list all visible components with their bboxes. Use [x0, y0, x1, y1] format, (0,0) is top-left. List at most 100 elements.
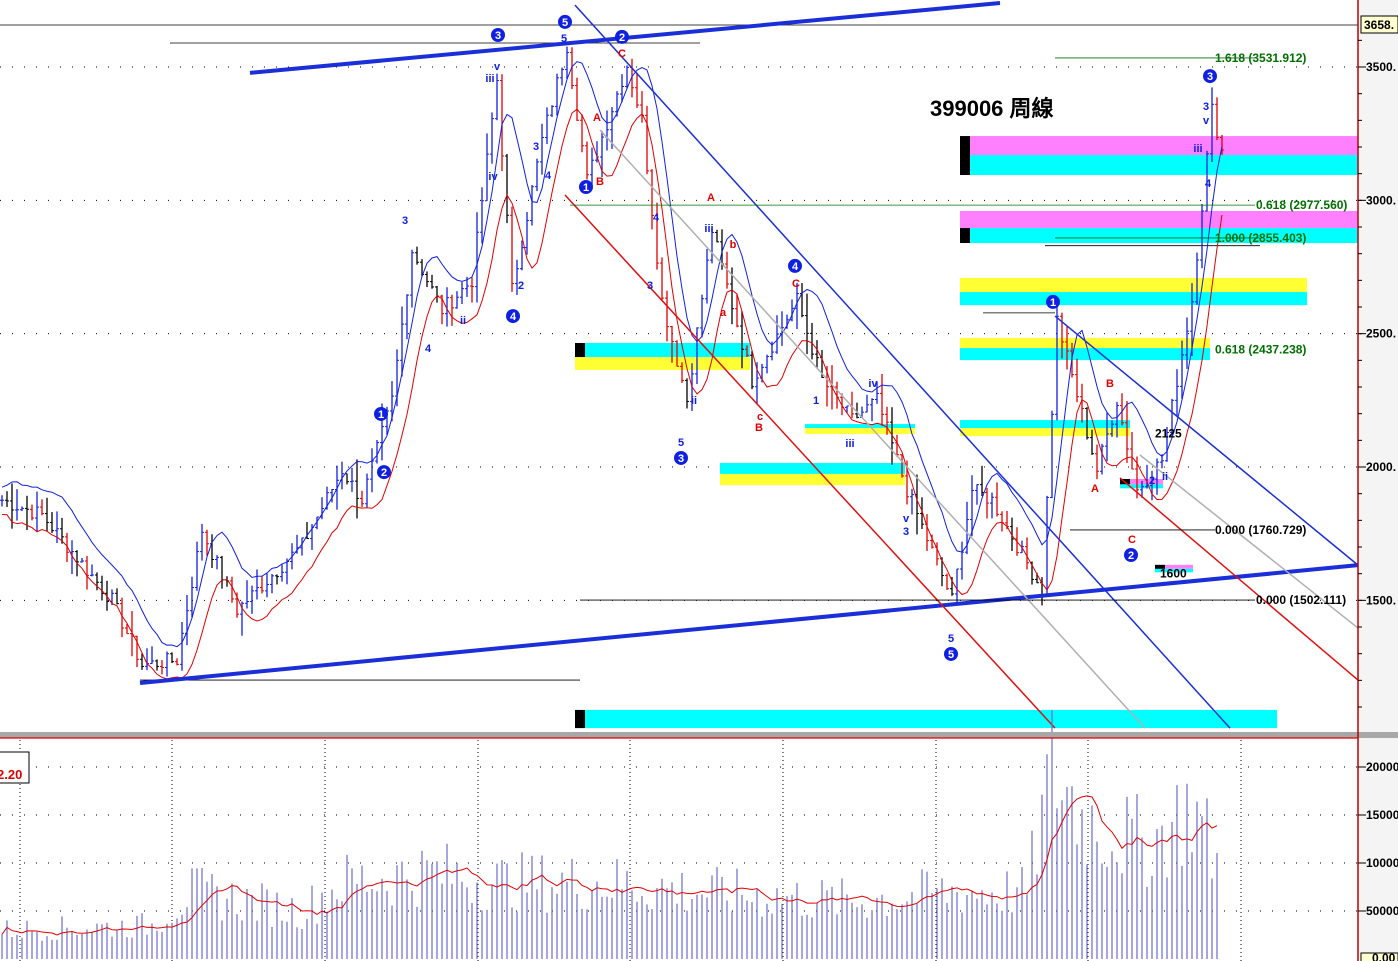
wave-label: 1 [583, 182, 589, 194]
wave-label: 1 [378, 409, 384, 421]
wave-label: 3 [495, 30, 501, 42]
current-price-label: 3658. [1364, 18, 1394, 32]
fib-label: 1.000 (2855.403) [1215, 231, 1306, 245]
wave-label: C [618, 48, 626, 60]
wave-label: 4 [653, 212, 660, 224]
volume-tick-label: 15000 [1366, 808, 1398, 822]
wave-label: 5 [948, 633, 954, 645]
wave-label: b [730, 239, 737, 251]
zone-band [960, 136, 1358, 156]
fib-label: 1.618 (3531.912) [1215, 51, 1306, 65]
panel-divider [0, 732, 1398, 738]
wave-label: ii [1162, 471, 1168, 483]
zone-band [575, 709, 1277, 729]
wave-label: 4 [545, 170, 552, 182]
zone-band [960, 211, 1358, 229]
wave-label: c [757, 411, 763, 423]
wave-label: a [720, 307, 727, 319]
zone-band [960, 292, 1307, 306]
zone-band-marker [575, 343, 585, 358]
zone-band [720, 473, 905, 486]
wave-label: 3 [402, 215, 408, 227]
wave-label: ii [691, 395, 697, 407]
wave-label: B [596, 176, 604, 188]
chart-title: 399006 周線 [930, 96, 1054, 121]
wave-label: iv [488, 171, 498, 183]
wave-label: A [593, 112, 601, 124]
wave-label: 2 [518, 280, 524, 292]
zone-band-marker [960, 136, 970, 156]
zone-band-marker [960, 155, 970, 176]
fib-label: 0.000 (1502.111) [1256, 593, 1346, 607]
zone-band [960, 348, 1210, 361]
wave-label: B [1106, 378, 1114, 390]
price-tick-label: 3000. [1366, 193, 1396, 207]
zone-band [575, 343, 750, 358]
wave-label: 5 [562, 17, 568, 29]
price-volume-chart: 352C1BA42134CAB512CAB334iiiiiivv5234435i… [0, 0, 1398, 961]
zone-band [960, 420, 1130, 429]
zone-band [960, 277, 1307, 293]
wave-label: 1 [1050, 297, 1056, 309]
zone-band-marker [575, 709, 585, 729]
wave-label: v [1203, 115, 1210, 127]
volume-tick-label: 20000 [1366, 760, 1398, 774]
wave-label: C [792, 278, 800, 290]
wave-label: 2 [381, 467, 387, 479]
wave-label: A [1091, 483, 1099, 495]
wave-label: A [707, 192, 715, 204]
wave-label: 3 [1203, 101, 1209, 113]
price-tick-label: 1500. [1366, 593, 1396, 607]
wave-label: 4 [425, 343, 432, 355]
lower-envelope-line [1, 108, 1223, 680]
wave-label: iii [704, 223, 713, 235]
zone-band [805, 424, 915, 429]
volume-tick-label: 10000 [1366, 856, 1398, 870]
price-tick-label: 2000. [1366, 460, 1396, 474]
wave-label: 4 [792, 261, 799, 273]
wave-label: 3 [533, 141, 539, 153]
wave-label: 1 [813, 395, 819, 407]
wave-label: 3 [903, 526, 909, 538]
wave-label: iii [1193, 143, 1202, 155]
fib-label: 0.618 (2437.238) [1215, 343, 1306, 357]
wave-label: v [494, 61, 501, 73]
zone-bands [575, 136, 1358, 729]
wave-label: B [755, 422, 763, 434]
wave-label: 5 [678, 437, 684, 449]
wave-label: C [1128, 534, 1136, 546]
wave-label: iii [485, 73, 494, 85]
wave-label: 3 [647, 280, 653, 292]
zone-band [960, 428, 1130, 437]
wave-label: 4 [510, 311, 517, 323]
wave-label: 2 [619, 32, 625, 44]
wave-label: 5 [948, 649, 954, 661]
wave-label: 3 [1207, 71, 1213, 83]
wave-label: ii [460, 315, 466, 327]
volume-ma-line [1, 795, 1218, 936]
wave-label: 5 [561, 33, 567, 45]
price-note: 1600 [1160, 567, 1187, 581]
indicator-label: 2.20 [0, 767, 22, 782]
price-note: 2125 [1155, 427, 1182, 441]
price-tick-label: 2500. [1366, 327, 1396, 341]
volume-bars [1, 710, 1218, 959]
trendline [1119, 477, 1359, 681]
wave-label: 2 [1149, 475, 1155, 487]
wave-label: 2 [1128, 550, 1134, 562]
fib-label: 0.618 (2977.560) [1256, 198, 1347, 212]
wave-label: 4 [1205, 178, 1212, 190]
trendline [564, 194, 1056, 729]
wave-label: 3 [678, 453, 684, 465]
trendline [139, 563, 1359, 685]
price-tick-label: 3500. [1366, 60, 1396, 74]
volume-zero-label: 0.00 [1372, 951, 1396, 961]
volume-tick-label: 50000 [1366, 904, 1398, 918]
wave-label: iii [845, 438, 854, 450]
zone-band [805, 428, 915, 434]
wave-label: iv [868, 378, 878, 390]
wave-label: v [903, 513, 910, 525]
fib-label: 0.000 (1760.729) [1215, 523, 1306, 537]
zone-band-marker [960, 228, 970, 244]
zone-band [960, 155, 1358, 176]
